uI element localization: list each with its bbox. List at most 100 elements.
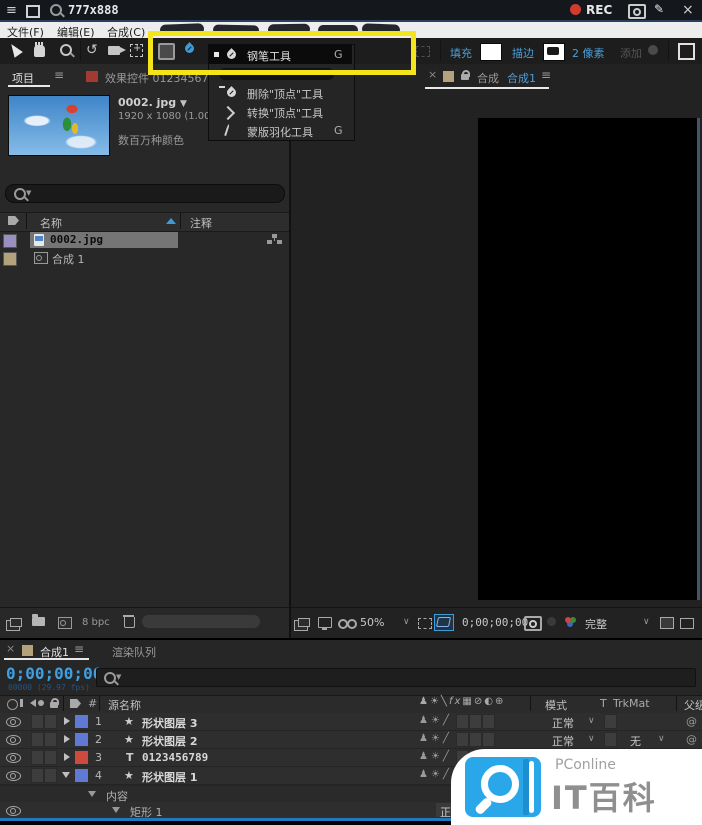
switch-box[interactable] [456,732,469,747]
solo-toggle[interactable] [44,732,57,747]
blend-mode-value[interactable]: 正常 [552,715,574,731]
sort-ascending-icon[interactable] [166,218,176,224]
layer-switch-icons[interactable]: ♟☀╱ [419,751,452,762]
project-search-icon[interactable] [14,188,26,200]
visibility-eye-icon[interactable] [6,806,21,816]
layer-switch-icons[interactable]: ♟☀╱ [419,769,452,780]
layer-name[interactable]: 形状图层 1 [142,769,197,785]
project-row-footage[interactable]: 0002.jpg [0,231,289,249]
interpret-footage-icon[interactable] [10,618,22,627]
project-panel-menu-icon[interactable]: ≡ [54,68,64,82]
switch-box[interactable] [469,732,482,747]
solo-toggle[interactable] [44,750,57,765]
stroke-label[interactable]: 描边 [512,45,534,61]
column-parent[interactable]: 父级 [684,697,702,713]
audio-toggle[interactable] [31,714,44,729]
monitor-icon[interactable] [318,617,332,628]
pen-menu-item-delete-vertex[interactable]: 删除"顶点"工具 [209,83,352,102]
tab-composition[interactable]: 合成1 [507,70,536,86]
close-icon[interactable]: × [682,2,694,18]
layer-label-swatch[interactable] [75,733,88,746]
timeline-search-icon[interactable] [104,672,116,684]
preserve-transparency-toggle[interactable] [604,732,617,747]
solo-toggle[interactable] [44,714,57,729]
zoom-chevron-icon[interactable]: ∨ [403,617,410,627]
visibility-eye-icon[interactable] [6,717,21,727]
rec-button[interactable]: REC [586,3,612,17]
column-source-name[interactable]: 源名称 [108,697,141,713]
screenshot-camera-icon[interactable] [628,4,646,19]
zoom-tool-icon[interactable] [60,44,72,56]
project-search-chevron-icon[interactable]: ▼ [26,189,31,197]
fast-preview-icon[interactable] [660,617,674,629]
twirl-open-icon[interactable] [112,807,120,813]
viewer-panel-menu-icon[interactable]: ≡ [541,68,551,82]
preserve-transparency-toggle[interactable] [604,714,617,729]
twirl-closed-icon[interactable] [64,717,70,725]
mode-chevron-icon[interactable]: ∨ [588,734,595,744]
column-mode[interactable]: 模式 [545,697,567,713]
hamburger-icon[interactable]: ≡ [6,3,17,18]
window-icon[interactable] [26,5,40,18]
rotate-tool-icon[interactable]: ↺ [86,42,98,58]
transparency-grid-icon[interactable] [680,618,694,629]
visibility-eye-icon[interactable] [6,771,21,781]
stroke-width-value[interactable]: 2 像素 [572,45,605,61]
layer-name[interactable]: 形状图层 2 [142,733,197,749]
project-search-input[interactable] [5,184,285,203]
layer-label-swatch[interactable] [75,769,88,782]
trkmat-chevron-icon[interactable]: ∨ [658,734,665,744]
tab-project[interactable]: 项目 [12,70,34,86]
switch-box[interactable] [482,714,495,729]
layer-switch-icons[interactable]: ♟☀╱ [419,733,452,744]
timeline-search-chevron-icon[interactable]: ▼ [116,673,121,681]
viewer-zoom-value[interactable]: 50% [360,616,384,629]
project-item-name[interactable]: 合成 1 [52,251,85,267]
mask-mode-icon[interactable] [678,43,695,60]
unlock-icon[interactable] [461,74,469,80]
camera-tool-icon[interactable] [108,46,120,55]
column-comment[interactable]: 注释 [190,215,212,231]
column-name[interactable]: 名称 [40,215,62,231]
twirl-open-icon[interactable] [88,791,96,797]
hand-tool-icon[interactable] [34,45,45,57]
parent-pickwhip-icon[interactable]: @ [686,715,697,728]
project-scrollbar[interactable] [142,615,260,628]
layer-switch-icons[interactable]: ♟☀╱ [419,715,452,726]
visibility-eye-icon[interactable] [6,735,21,745]
parent-pickwhip-icon[interactable]: @ [686,733,697,746]
new-composition-icon[interactable] [58,617,72,629]
selected-footage-name[interactable]: 0002. jpg ▼ [118,96,187,109]
viewer-timecode[interactable]: 0;00;00;00 [462,616,528,629]
layer-name[interactable]: 形状图层 3 [142,715,197,731]
label-swatch[interactable] [3,252,17,266]
new-folder-icon[interactable] [32,617,45,626]
switch-box[interactable] [456,714,469,729]
twirl-open-icon[interactable] [62,772,70,778]
search-icon[interactable] [50,4,62,16]
viewer-scrollbar-v[interactable] [697,118,700,600]
pencil-icon[interactable]: ✎ [654,2,664,16]
timeline-layer-row[interactable]: 2★形状图层 2♟☀╱正常∨无∨@ [0,731,702,749]
resolution-chevron-icon[interactable]: ∨ [643,617,650,627]
blend-mode-value[interactable]: 正常 [552,733,574,749]
pen-menu-item-mask-feather[interactable]: 蒙版羽化工具 G [209,121,352,140]
delete-icon[interactable] [124,617,135,628]
fill-label[interactable]: 填充 [450,45,472,61]
switch-box[interactable] [482,732,495,747]
fill-swatch[interactable] [480,43,502,61]
layer-name[interactable]: 0123456789 [142,751,208,764]
audio-toggle[interactable] [31,750,44,765]
layer-label-swatch[interactable] [75,751,88,764]
resolution-value[interactable]: 完整 [585,616,607,632]
pen-menu-item-convert-vertex[interactable]: 转换"顶点"工具 [209,102,352,121]
twirl-closed-icon[interactable] [64,735,70,743]
solo-toggle[interactable] [44,768,57,783]
channel-icon[interactable] [565,617,571,623]
mask-visibility-icon[interactable] [338,619,348,629]
switch-box[interactable] [469,714,482,729]
timeline-layer-row[interactable]: 1★形状图层 3♟☀╱正常∨@ [0,713,702,731]
snapshot-icon[interactable] [524,616,542,631]
project-row-comp[interactable]: 合成 1 [0,249,289,267]
trkmat-value[interactable]: 无 [630,733,641,749]
